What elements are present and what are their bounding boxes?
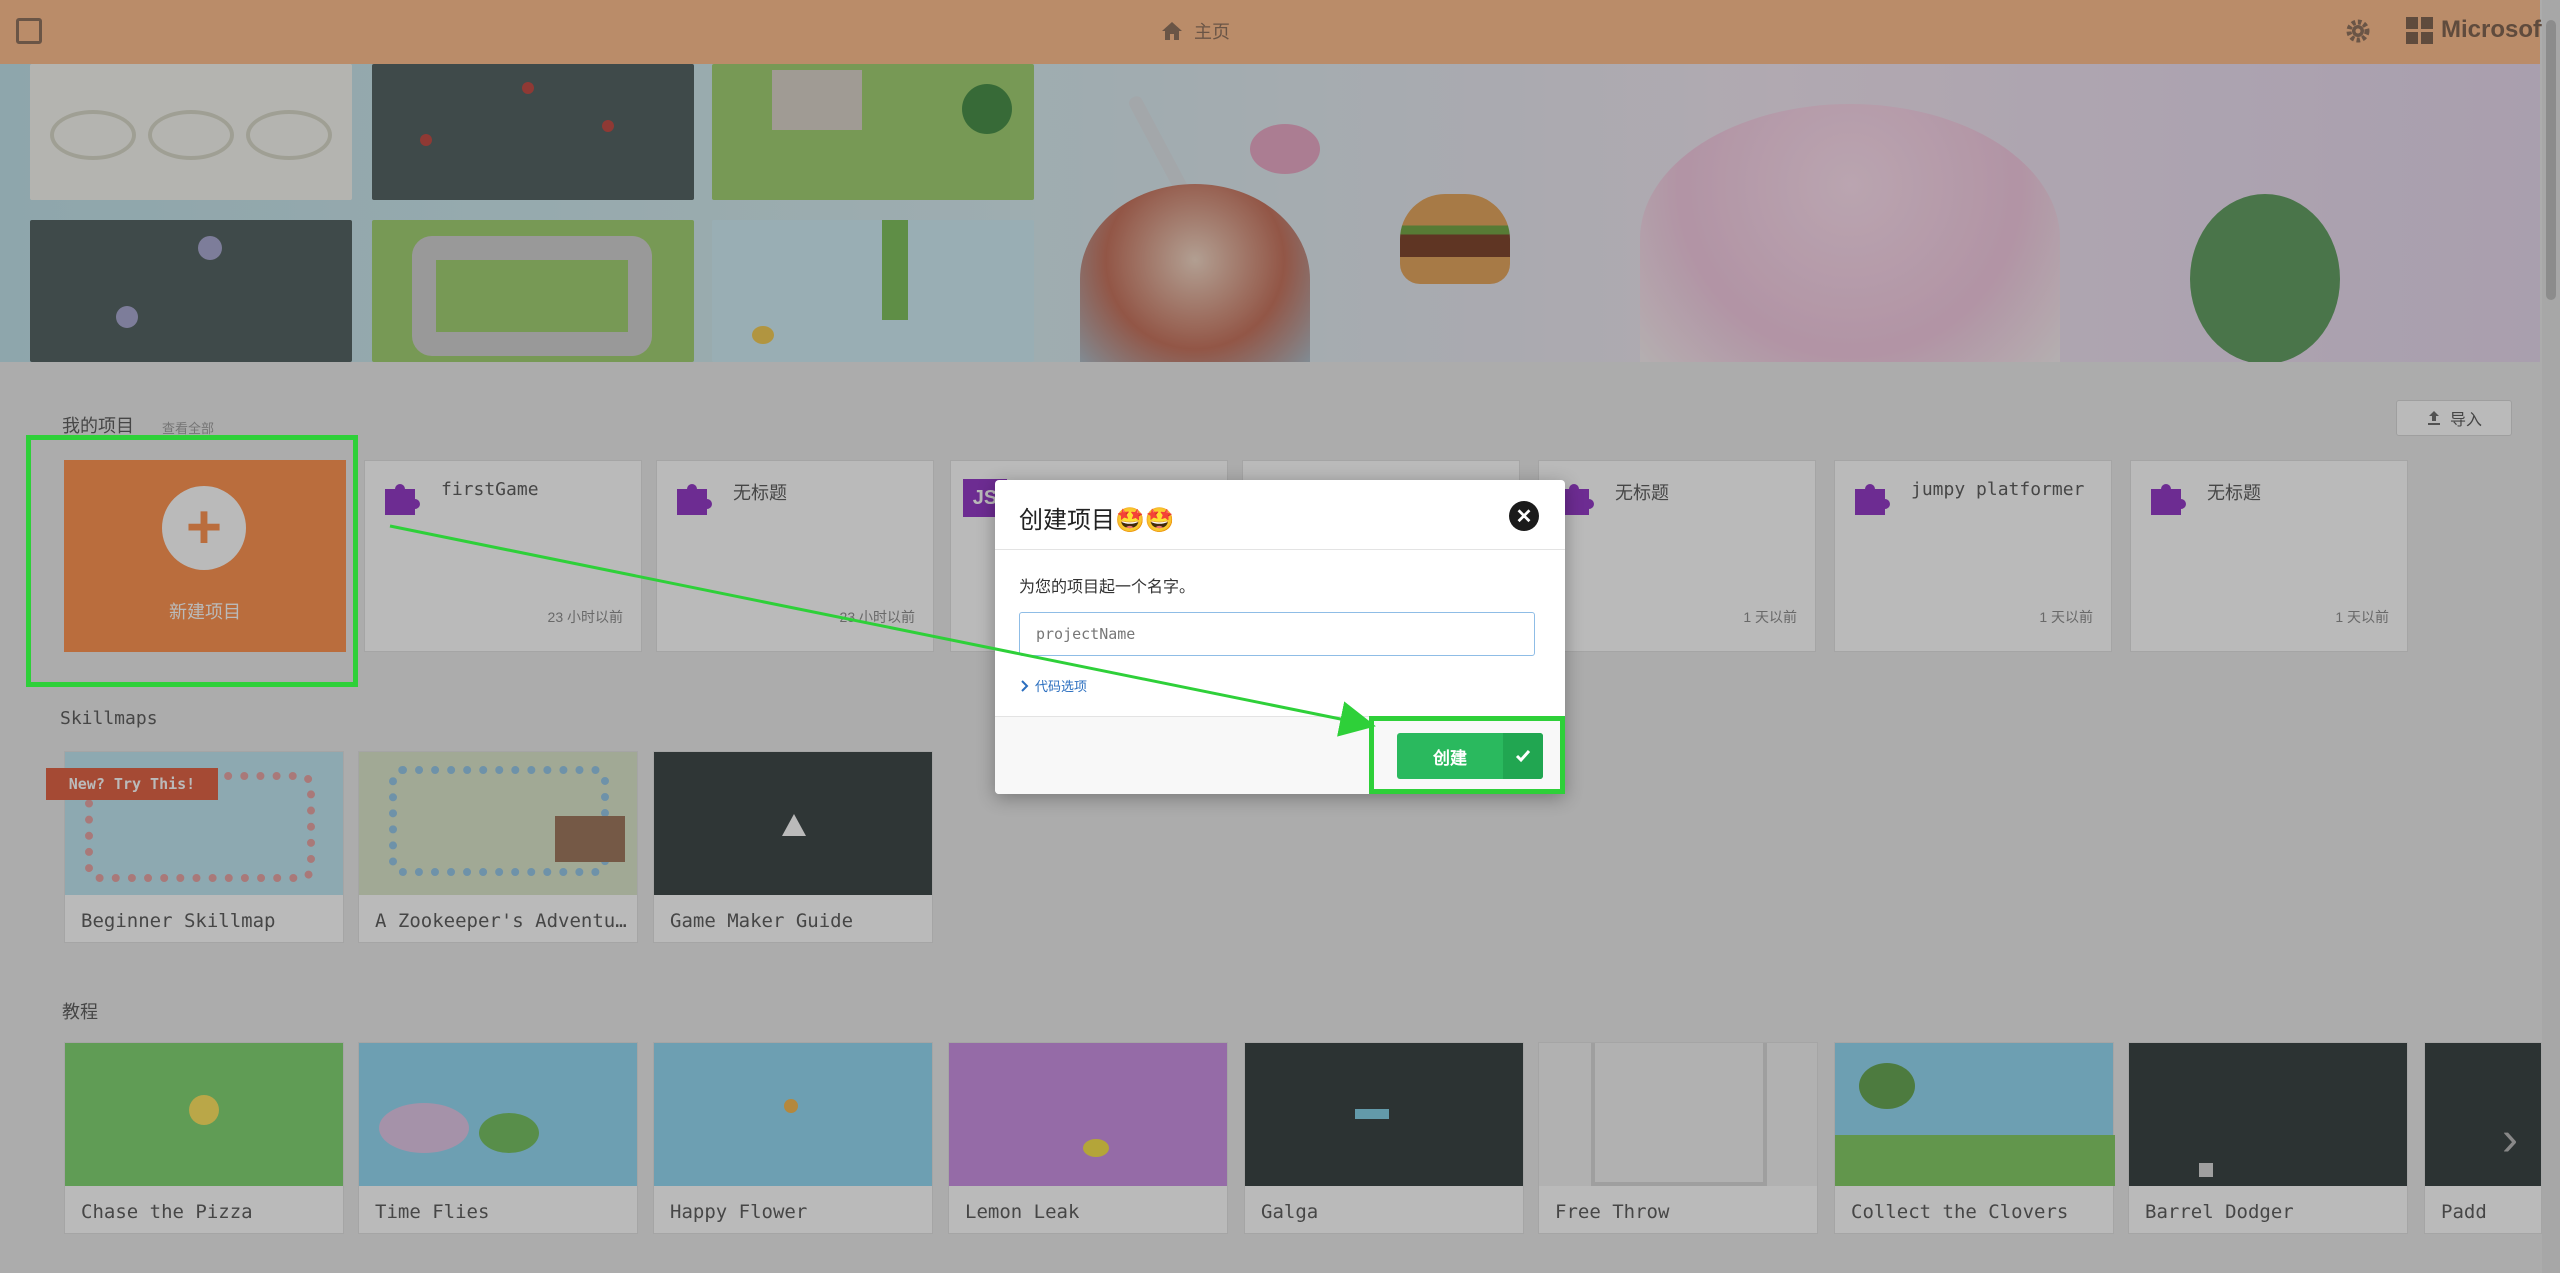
code-options-label: 代码选项 [1035,679,1088,694]
dialog-title: 创建项目🤩🤩 [1019,507,1175,534]
dialog-prompt: 为您的项目起一个名字。 [1019,579,1196,596]
code-options-toggle[interactable]: 代码选项 [1021,676,1087,695]
chevron-right-icon [1021,679,1029,692]
close-icon[interactable]: ✕ [1509,501,1539,531]
dialog-header: 创建项目🤩🤩 ✕ [995,480,1565,550]
project-name-input[interactable] [1019,612,1535,656]
annotation-highlight-new-project [26,435,358,687]
annotation-highlight-create [1369,716,1565,794]
